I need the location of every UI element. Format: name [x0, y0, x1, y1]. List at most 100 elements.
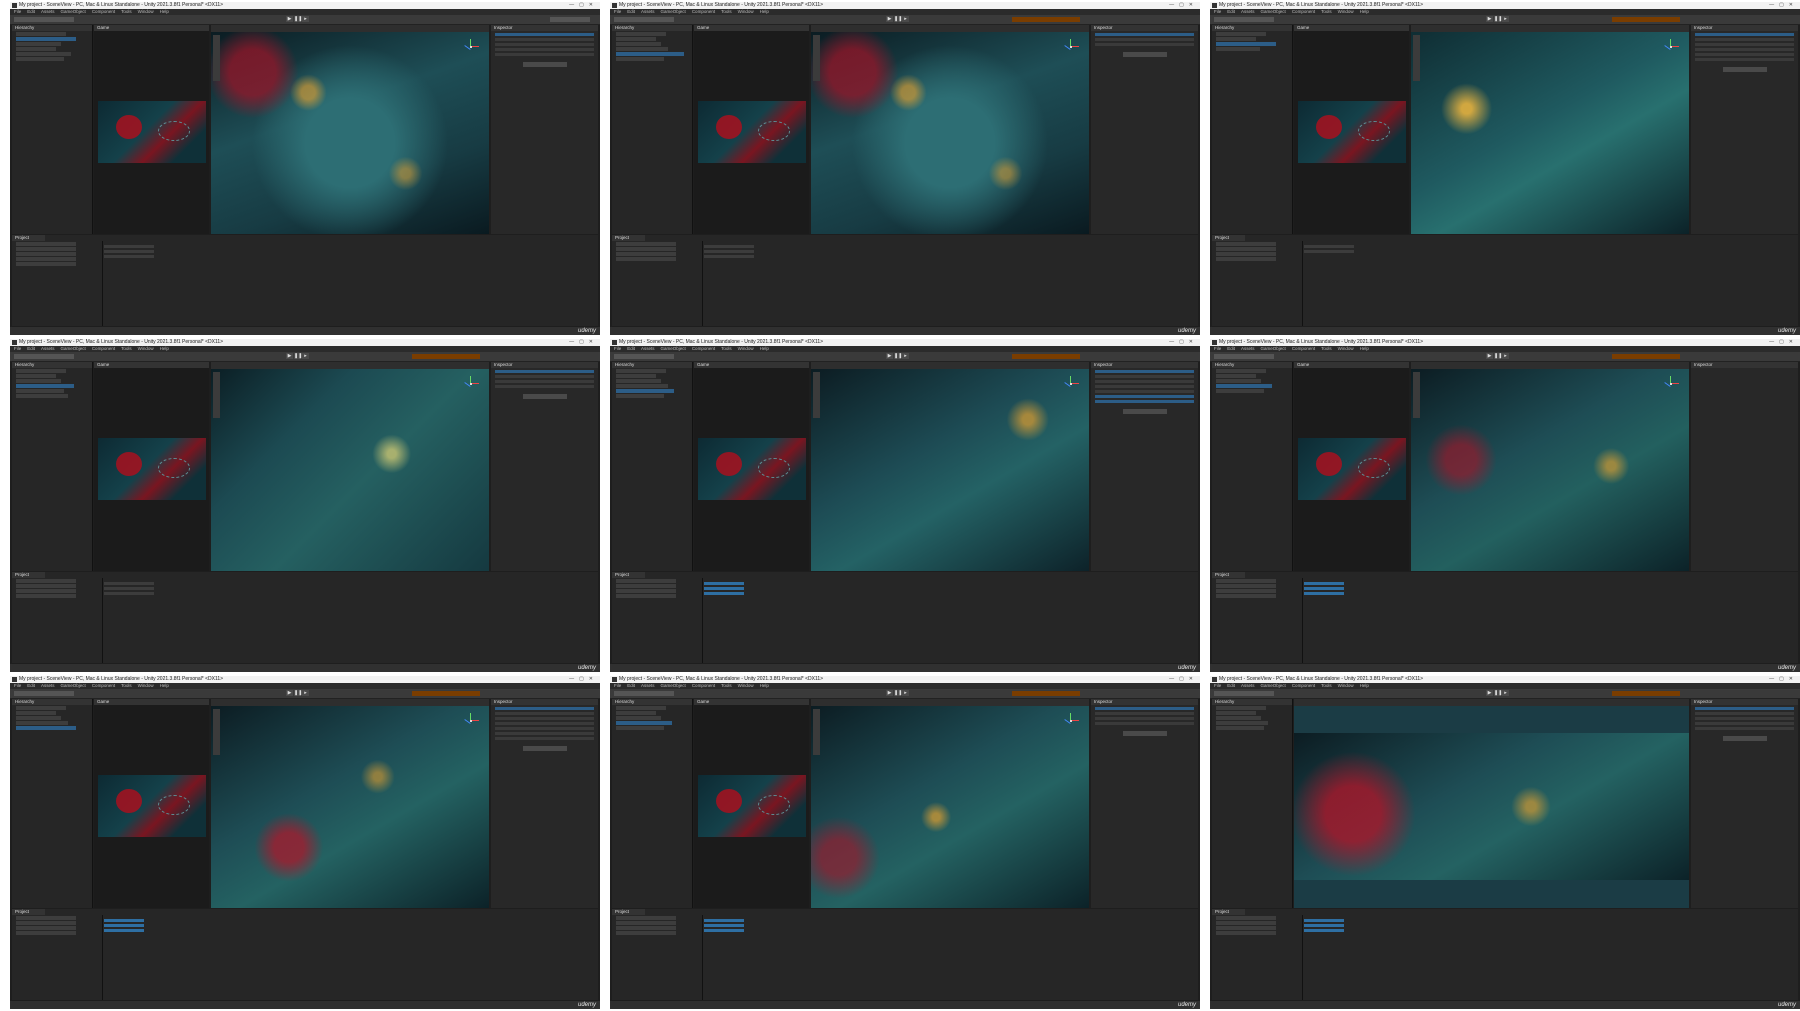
- hierarchy-tab[interactable]: Hierarchy: [612, 25, 692, 31]
- menu-file[interactable]: File: [614, 346, 621, 351]
- game-tab[interactable]: Game: [694, 699, 809, 705]
- folder-item[interactable]: [616, 589, 676, 593]
- transform-tools[interactable]: [1214, 17, 1274, 22]
- transform-tools[interactable]: [1214, 354, 1274, 359]
- menu-window[interactable]: Window: [738, 9, 754, 14]
- hierarchy-item-selected[interactable]: [1216, 384, 1272, 388]
- folder-item[interactable]: [16, 931, 76, 935]
- folder-item[interactable]: [16, 252, 76, 256]
- hierarchy-item[interactable]: [1216, 716, 1261, 720]
- scene-view[interactable]: [811, 25, 1089, 234]
- inspector-field[interactable]: [495, 712, 594, 715]
- menu-help[interactable]: Help: [1360, 683, 1369, 688]
- hierarchy-item[interactable]: [16, 32, 66, 36]
- window-controls[interactable]: —▢✕: [1169, 2, 1198, 9]
- transform-tools[interactable]: [14, 354, 74, 359]
- hierarchy-item[interactable]: [616, 42, 661, 46]
- asset-item[interactable]: [104, 919, 144, 922]
- folder-item[interactable]: [16, 916, 76, 920]
- folder-item[interactable]: [616, 579, 676, 583]
- inspector-field[interactable]: [1095, 717, 1194, 720]
- folder-item[interactable]: [16, 257, 76, 261]
- hierarchy-item[interactable]: [616, 706, 666, 710]
- menu-tools[interactable]: Tools: [121, 683, 132, 688]
- inspector-field[interactable]: [495, 53, 594, 56]
- game-tab[interactable]: Game: [1294, 362, 1409, 368]
- asset-item[interactable]: [104, 582, 154, 585]
- play-icon[interactable]: ▶: [1486, 690, 1493, 696]
- inspector-field[interactable]: [1095, 390, 1194, 393]
- menu-component[interactable]: Component: [92, 683, 115, 688]
- hierarchy-tab[interactable]: Hierarchy: [1212, 25, 1292, 31]
- menu-edit[interactable]: Edit: [1227, 683, 1235, 688]
- hierarchy-tab[interactable]: Hierarchy: [12, 699, 92, 705]
- inspector-field[interactable]: [1695, 43, 1794, 46]
- inspector-field[interactable]: [1095, 385, 1194, 388]
- hierarchy-item[interactable]: [16, 47, 56, 51]
- hierarchy-item[interactable]: [16, 52, 71, 56]
- menu-gameobject[interactable]: GameObject: [1261, 9, 1286, 14]
- folder-item[interactable]: [616, 584, 676, 588]
- menu-file[interactable]: File: [14, 346, 21, 351]
- hierarchy-item-selected[interactable]: [616, 52, 684, 56]
- menu-assets[interactable]: Assets: [41, 683, 55, 688]
- axis-gizmo-icon[interactable]: [1063, 39, 1079, 55]
- scene-tool-palette[interactable]: [813, 709, 820, 755]
- hierarchy-tab[interactable]: Hierarchy: [1212, 699, 1292, 705]
- inspector-field[interactable]: [1695, 38, 1794, 41]
- game-tab[interactable]: Game: [94, 25, 209, 31]
- hierarchy-item[interactable]: [616, 394, 664, 398]
- folder-item[interactable]: [1216, 916, 1276, 920]
- hierarchy-tab[interactable]: Hierarchy: [612, 362, 692, 368]
- menu-tools[interactable]: Tools: [1321, 9, 1332, 14]
- inspector-field[interactable]: [495, 380, 594, 383]
- hierarchy-item[interactable]: [16, 379, 61, 383]
- add-component-button[interactable]: [522, 746, 567, 751]
- menu-window[interactable]: Window: [1338, 9, 1354, 14]
- hierarchy-item[interactable]: [616, 379, 661, 383]
- scene-view[interactable]: [1411, 25, 1689, 234]
- menu-gameobject[interactable]: GameObject: [661, 9, 686, 14]
- hierarchy-item[interactable]: [1216, 379, 1261, 383]
- inspector-field-selected[interactable]: [1095, 395, 1194, 398]
- scene-tool-palette[interactable]: [1413, 35, 1420, 81]
- inspector-field[interactable]: [495, 722, 594, 725]
- window-controls[interactable]: —▢✕: [1769, 339, 1798, 346]
- menu-assets[interactable]: Assets: [641, 683, 655, 688]
- menu-window[interactable]: Window: [138, 683, 154, 688]
- scene-render[interactable]: [211, 32, 489, 234]
- asset-item[interactable]: [704, 582, 744, 585]
- asset-item[interactable]: [104, 929, 144, 932]
- axis-gizmo-icon[interactable]: [463, 713, 479, 729]
- inspector-field[interactable]: [495, 375, 594, 378]
- menu-window[interactable]: Window: [1338, 683, 1354, 688]
- menu-help[interactable]: Help: [160, 683, 169, 688]
- scene-render[interactable]: [811, 32, 1089, 234]
- pause-icon[interactable]: ❚❚: [1494, 690, 1502, 696]
- hierarchy-item[interactable]: [16, 394, 68, 398]
- folder-item[interactable]: [1216, 584, 1276, 588]
- asset-item[interactable]: [1304, 250, 1354, 253]
- add-component-button[interactable]: [1122, 409, 1167, 414]
- game-tab[interactable]: Game: [694, 362, 809, 368]
- axis-gizmo-icon[interactable]: [1663, 376, 1679, 392]
- menu-edit[interactable]: Edit: [1227, 9, 1235, 14]
- inspector-tab[interactable]: Inspector: [491, 699, 598, 705]
- pause-icon[interactable]: ❚❚: [294, 353, 302, 359]
- menu-file[interactable]: File: [1214, 683, 1221, 688]
- menu-component[interactable]: Component: [92, 346, 115, 351]
- menu-window[interactable]: Window: [738, 683, 754, 688]
- menu-component[interactable]: Component: [92, 9, 115, 14]
- window-controls[interactable]: —▢✕: [569, 2, 598, 9]
- inspector-field[interactable]: [1695, 717, 1794, 720]
- inspector-field[interactable]: [1695, 53, 1794, 56]
- axis-gizmo-icon[interactable]: [1063, 376, 1079, 392]
- hierarchy-tab[interactable]: Hierarchy: [12, 362, 92, 368]
- folder-item[interactable]: [1216, 931, 1276, 935]
- hierarchy-item[interactable]: [16, 711, 56, 715]
- layout-dropdown[interactable]: [550, 17, 590, 22]
- folder-item[interactable]: [1216, 594, 1276, 598]
- scene-view[interactable]: [211, 362, 489, 571]
- folder-item[interactable]: [16, 589, 76, 593]
- folder-item[interactable]: [1216, 252, 1276, 256]
